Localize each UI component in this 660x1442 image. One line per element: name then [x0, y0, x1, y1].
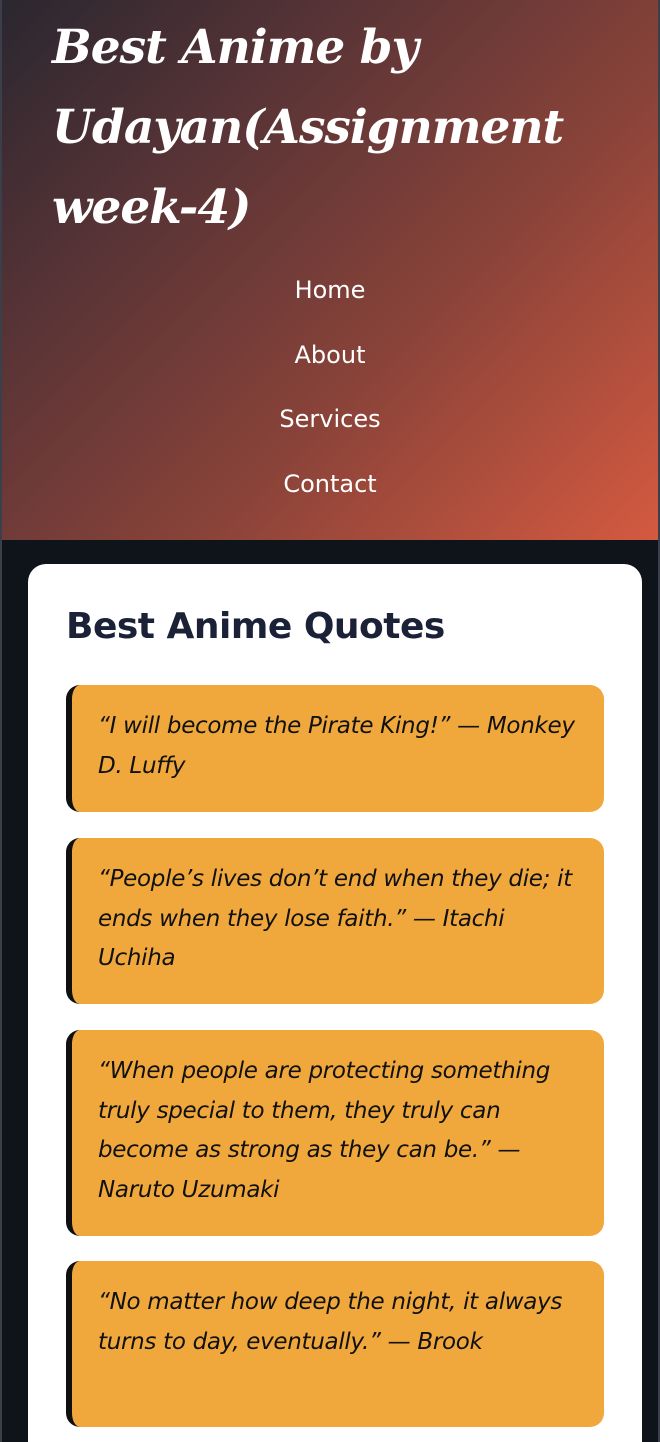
quote-block: “People’s lives don’t end when they die;…: [66, 838, 604, 1004]
quote-block: “When people are protecting something tr…: [66, 1030, 604, 1236]
site-title: Best Anime by Udayan(Assignment week-4): [52, 20, 564, 235]
nav-link-services[interactable]: Services: [2, 399, 658, 464]
nav-link-home[interactable]: Home: [2, 270, 658, 335]
page-frame: Best Anime by Udayan(Assignment week-4) …: [0, 0, 660, 1442]
nav-link-contact[interactable]: Contact: [2, 464, 658, 529]
quote-block: “No matter how deep the night, it always…: [66, 1261, 604, 1427]
section-heading: Best Anime Quotes: [66, 606, 445, 647]
quotes-card: Best Anime Quotes “I will become the Pir…: [28, 564, 642, 1442]
quote-block: “I will become the Pirate King!” — Monke…: [66, 685, 604, 812]
main-nav: Home About Services Contact: [2, 270, 658, 528]
nav-link-about[interactable]: About: [2, 335, 658, 400]
hero-header: Best Anime by Udayan(Assignment week-4) …: [2, 0, 658, 540]
